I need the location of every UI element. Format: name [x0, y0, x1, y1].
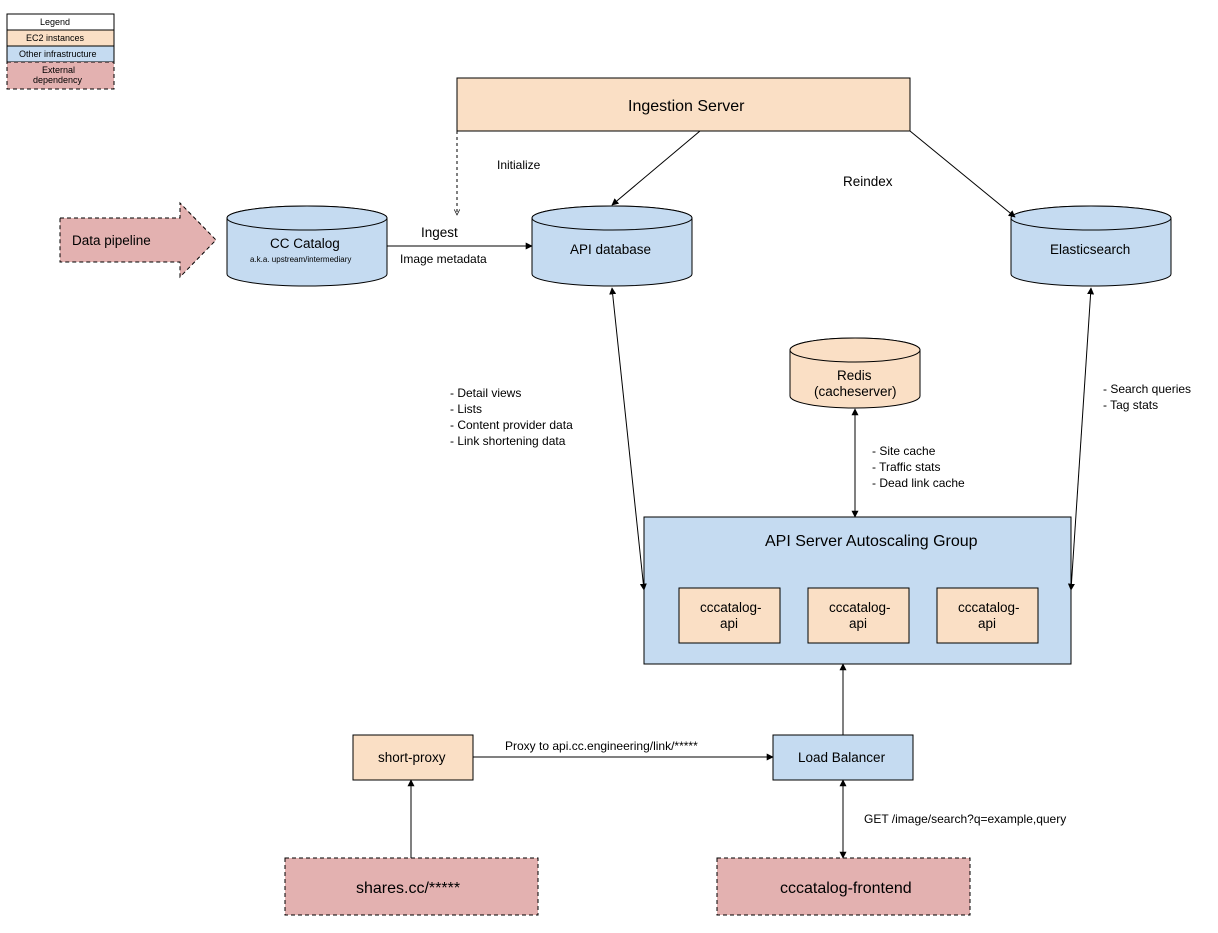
legend-row-1: Other infrastructure	[19, 49, 97, 59]
edge-reindex-label: Reindex	[843, 174, 893, 189]
api1-l1: cccatalog-	[700, 600, 762, 615]
shortproxy-label: short-proxy	[378, 750, 446, 765]
apidb-note-1: - Lists	[450, 402, 482, 416]
cc-catalog-node: CC Catalog a.k.a. upstream/intermediary	[227, 206, 387, 286]
shares-node: shares.cc/*****	[285, 858, 538, 915]
catalog-sub: a.k.a. upstream/intermediary	[250, 255, 351, 264]
legend-row-2a: External	[42, 65, 75, 75]
ingestion-label: Ingestion Server	[628, 98, 745, 115]
edge-proxy-label: Proxy to api.cc.engineering/link/*****	[505, 739, 698, 753]
asg-label: API Server Autoscaling Group	[765, 533, 978, 550]
api2-l2: api	[849, 616, 867, 631]
edge-ingest-sub: Image metadata	[400, 252, 487, 266]
pipeline-label: Data pipeline	[72, 233, 151, 248]
redis-note-0: - Site cache	[872, 444, 936, 458]
edge-reindex-left	[612, 131, 700, 205]
api1-l2: api	[720, 616, 738, 631]
elastic-label: Elasticsearch	[1050, 242, 1130, 257]
legend-title: Legend	[40, 17, 70, 27]
edge-get-label: GET /image/search?q=example,query	[864, 812, 1066, 826]
redis-label: Redis	[837, 368, 872, 383]
api2-l1: cccatalog-	[829, 600, 891, 615]
catalog-label: CC Catalog	[270, 236, 340, 251]
legend: Legend EC2 instances Other infrastructur…	[7, 14, 114, 89]
data-pipeline-node: Data pipeline	[60, 203, 216, 277]
redis-note-2: - Dead link cache	[872, 476, 965, 490]
edge-asg-elastic	[1071, 288, 1091, 590]
elastic-note-0: - Search queries	[1103, 382, 1191, 396]
redis-node: Redis (cacheserver)	[790, 338, 920, 408]
load-balancer-node: Load Balancer	[773, 735, 913, 780]
short-proxy-node: short-proxy	[353, 735, 473, 780]
edge-ingest-label: Ingest	[421, 225, 458, 240]
shares-label: shares.cc/*****	[356, 880, 460, 897]
api3-l1: cccatalog-	[958, 600, 1020, 615]
edge-asg-apidb	[612, 288, 644, 590]
apidb-note-3: - Link shortening data	[450, 434, 566, 448]
redis-sub: (cacheserver)	[814, 384, 897, 399]
edge-initialize-label: Initialize	[497, 158, 541, 172]
api3-l2: api	[978, 616, 996, 631]
legend-row-2b: dependency	[33, 75, 83, 85]
frontend-label: cccatalog-frontend	[780, 880, 912, 897]
api-database-node: API database	[532, 206, 692, 286]
redis-note-1: - Traffic stats	[872, 460, 940, 474]
apidb-label: API database	[570, 242, 651, 257]
apidb-note-2: - Content provider data	[450, 418, 573, 432]
frontend-node: cccatalog-frontend	[717, 858, 970, 915]
edge-reindex-right	[910, 131, 1015, 217]
ingestion-server-node: Ingestion Server	[457, 78, 910, 131]
elastic-note-1: - Tag stats	[1103, 398, 1158, 412]
autoscaling-group-node: API Server Autoscaling Group cccatalog- …	[644, 517, 1071, 664]
apidb-note-0: - Detail views	[450, 386, 521, 400]
legend-row-0: EC2 instances	[26, 33, 85, 43]
lb-label: Load Balancer	[798, 750, 886, 765]
elasticsearch-node: Elasticsearch	[1011, 206, 1171, 286]
